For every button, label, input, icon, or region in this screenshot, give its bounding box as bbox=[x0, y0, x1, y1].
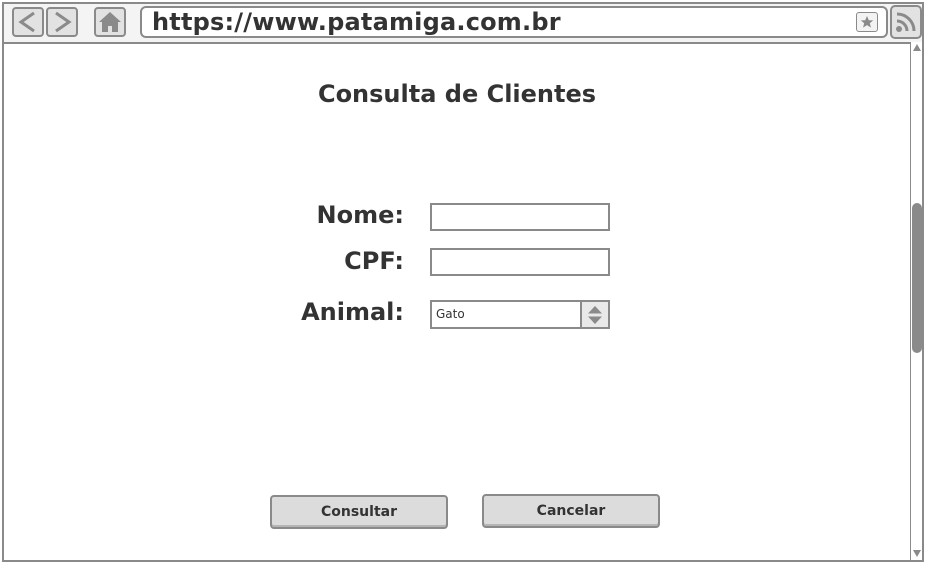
chevron-left-icon bbox=[18, 11, 35, 33]
animal-select[interactable]: Gato bbox=[430, 300, 610, 329]
forward-button[interactable] bbox=[46, 7, 78, 37]
browser-window: https://www.patamiga.com.br Consulta de … bbox=[2, 2, 924, 562]
star-icon bbox=[860, 16, 874, 28]
up-down-arrows-icon bbox=[588, 305, 602, 324]
home-button[interactable] bbox=[94, 7, 126, 37]
cpf-label: CPF: bbox=[344, 247, 404, 275]
cpf-input[interactable] bbox=[430, 248, 610, 276]
scroll-down-arrow-icon[interactable] bbox=[913, 550, 921, 557]
address-bar[interactable]: https://www.patamiga.com.br bbox=[140, 6, 888, 38]
page-title: Consulta de Clientes bbox=[317, 80, 597, 108]
nome-label: Nome: bbox=[316, 201, 404, 229]
feed-button[interactable] bbox=[890, 5, 922, 39]
select-stepper[interactable] bbox=[580, 302, 608, 327]
bookmark-button[interactable] bbox=[856, 12, 878, 32]
url-text: https://www.patamiga.com.br bbox=[152, 8, 561, 36]
vertical-scrollbar[interactable] bbox=[910, 42, 922, 560]
browser-toolbar: https://www.patamiga.com.br bbox=[4, 4, 922, 44]
cancelar-button[interactable]: Cancelar bbox=[482, 494, 660, 528]
scroll-thumb[interactable] bbox=[912, 203, 922, 353]
animal-label: Animal: bbox=[301, 298, 404, 326]
chevron-right-icon bbox=[55, 11, 72, 33]
home-icon bbox=[99, 12, 121, 32]
back-button[interactable] bbox=[12, 7, 44, 37]
nome-input[interactable] bbox=[430, 203, 610, 231]
scroll-up-arrow-icon[interactable] bbox=[913, 44, 921, 51]
consultar-button[interactable]: Consultar bbox=[270, 495, 448, 529]
animal-selected-value: Gato bbox=[436, 307, 465, 321]
rss-icon bbox=[896, 12, 916, 32]
